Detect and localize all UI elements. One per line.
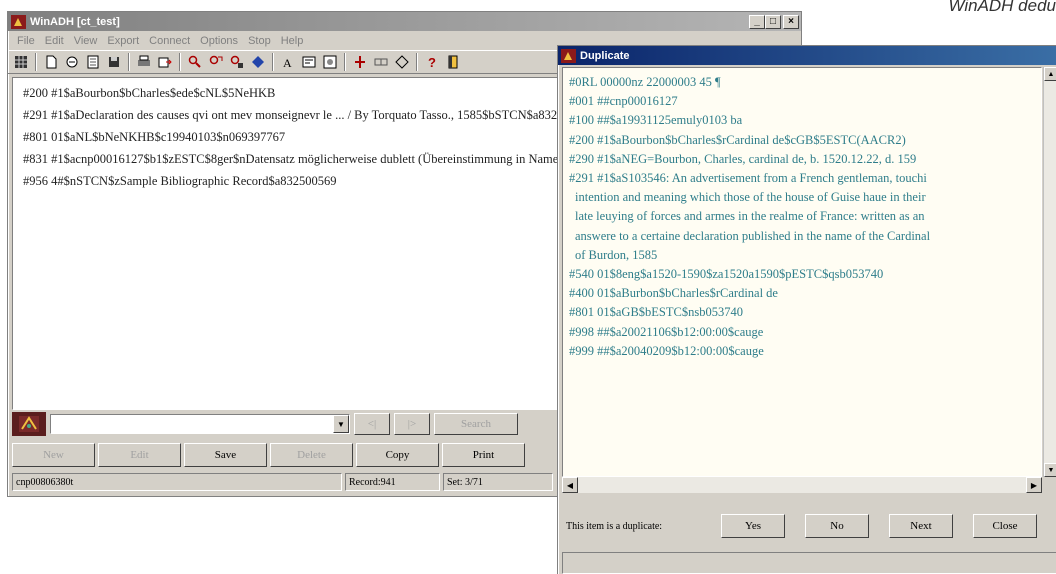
format-icon[interactable] (300, 53, 318, 71)
duplicate-footer: This item is a duplicate: Yes No Next Cl… (558, 508, 1056, 544)
close-dialog-button[interactable]: Close (973, 514, 1037, 538)
link-icon[interactable] (372, 53, 390, 71)
next-duplicate-button[interactable]: Next (889, 514, 953, 538)
winadh-app-icon (11, 14, 26, 29)
new-document-icon[interactable] (42, 53, 60, 71)
font-icon[interactable]: A (279, 53, 297, 71)
duplicate-line: #540 01$8eng$a1520-1590$za1520a1590$pEST… (569, 267, 884, 282)
duplicate-status-area (562, 552, 1056, 574)
maximize-button[interactable]: □ (765, 14, 781, 29)
duplicate-line: #998 ##$a20021106$b12:00:00$cauge (569, 324, 764, 339)
duplicate-line: #801 01$aGB$bESTC$nsb053740 (569, 305, 743, 320)
export-icon[interactable] (156, 53, 174, 71)
duplicate-line: #200 #1$aBourbon$bCharles$rCardinal de$c… (569, 132, 906, 147)
status-record-id: cnp00806380t (12, 473, 342, 491)
scroll-down-icon[interactable]: ▼ (1044, 463, 1056, 477)
duplicate-prompt-label: This item is a duplicate: (566, 520, 663, 532)
find-icon[interactable] (186, 53, 204, 71)
duplicate-line: #290 #1$aNEG=Bourbon, Charles, cardinal … (569, 151, 917, 166)
grid-icon[interactable] (12, 53, 30, 71)
prev-button[interactable]: <| (354, 413, 390, 435)
menu-connect[interactable]: Connect (144, 35, 195, 47)
save-button[interactable]: Save (184, 443, 267, 467)
close-button[interactable]: × (783, 14, 799, 29)
main-window-title: WinADH [ct_test] (30, 15, 120, 28)
search-button[interactable]: Search (434, 413, 518, 435)
tag-icon[interactable] (393, 53, 411, 71)
edit-button[interactable]: Edit (98, 443, 181, 467)
search-mode-icon[interactable] (12, 412, 46, 436)
no-button[interactable]: No (805, 514, 869, 538)
winadh-app-icon (561, 48, 576, 63)
print-button[interactable]: Print (442, 443, 525, 467)
chevron-down-icon[interactable]: ▼ (333, 415, 349, 433)
duplicate-window-title: Duplicate (580, 49, 630, 62)
split-icon[interactable] (351, 53, 369, 71)
status-record-count: Record:941 (345, 473, 440, 491)
svg-text:?: ? (428, 55, 436, 69)
document-caption: WinADH dedu (948, 0, 1056, 15)
search-combo[interactable]: ▼ (50, 414, 350, 434)
duplicate-line: #0RL 00000nz 22000003 45 ¶ (569, 75, 721, 89)
duplicate-line: #100 ##$a19931125emuly0103 ba (569, 113, 743, 128)
status-set: Set: 3/71 (443, 473, 553, 491)
search-input[interactable] (51, 415, 333, 433)
menu-options[interactable]: Options (195, 35, 243, 47)
print-icon[interactable] (135, 53, 153, 71)
duplicate-line: of Burdon, 1585 (575, 247, 658, 262)
duplicate-titlebar[interactable]: Duplicate (558, 46, 1056, 65)
menu-file[interactable]: File (12, 35, 40, 47)
size-grip[interactable] (1043, 477, 1056, 493)
scroll-left-icon[interactable]: ◀ (562, 477, 578, 493)
menu-view[interactable]: View (69, 35, 103, 47)
duplicate-line: #999 ##$a20040209$b12:00:00$cauge (569, 343, 764, 358)
duplicate-window: Duplicate #0RL 00000nz 22000003 45 ¶ #00… (557, 45, 1056, 574)
horizontal-scrollbar[interactable]: ◀ ▶ (562, 477, 1042, 493)
menu-edit[interactable]: Edit (40, 35, 69, 47)
copy-button[interactable]: Copy (356, 443, 439, 467)
preview-icon[interactable] (321, 53, 339, 71)
duplicate-line: late leuying of forces and armes in the … (575, 209, 925, 224)
svg-text:A: A (283, 56, 292, 69)
find-next-icon[interactable] (207, 53, 225, 71)
connect-icon[interactable] (249, 53, 267, 71)
duplicate-line: intention and meaning which those of the… (575, 190, 926, 205)
new-button[interactable]: New (12, 443, 95, 467)
delete-button[interactable]: Delete (270, 443, 353, 467)
main-titlebar[interactable]: WinADH [ct_test] _ □ × (8, 12, 801, 31)
vertical-scrollbar[interactable]: ▲ ▼ (1043, 67, 1056, 477)
next-button[interactable]: |> (394, 413, 430, 435)
find-replace-icon[interactable] (228, 53, 246, 71)
duplicate-line: #291 #1$aS103546: An advertisement from … (569, 171, 927, 186)
exit-icon[interactable] (444, 53, 462, 71)
scroll-right-icon[interactable]: ▶ (1026, 477, 1042, 493)
menu-export[interactable]: Export (102, 35, 144, 47)
yes-button[interactable]: Yes (721, 514, 785, 538)
help-icon[interactable]: ? (423, 53, 441, 71)
menu-help[interactable]: Help (276, 35, 309, 47)
open-icon[interactable] (63, 53, 81, 71)
save-icon[interactable] (105, 53, 123, 71)
duplicate-record-view[interactable]: #0RL 00000nz 22000003 45 ¶ #001 ##cnp000… (562, 67, 1042, 477)
duplicate-line: #001 ##cnp00016127 (569, 94, 678, 109)
duplicate-line: answere to a certaine declaration publis… (575, 228, 931, 243)
list-icon[interactable] (84, 53, 102, 71)
scroll-up-icon[interactable]: ▲ (1044, 67, 1056, 81)
menu-stop[interactable]: Stop (243, 35, 276, 47)
minimize-button[interactable]: _ (749, 14, 765, 29)
duplicate-line: #400 01$aBurbon$bCharles$rCardinal de (569, 286, 778, 301)
